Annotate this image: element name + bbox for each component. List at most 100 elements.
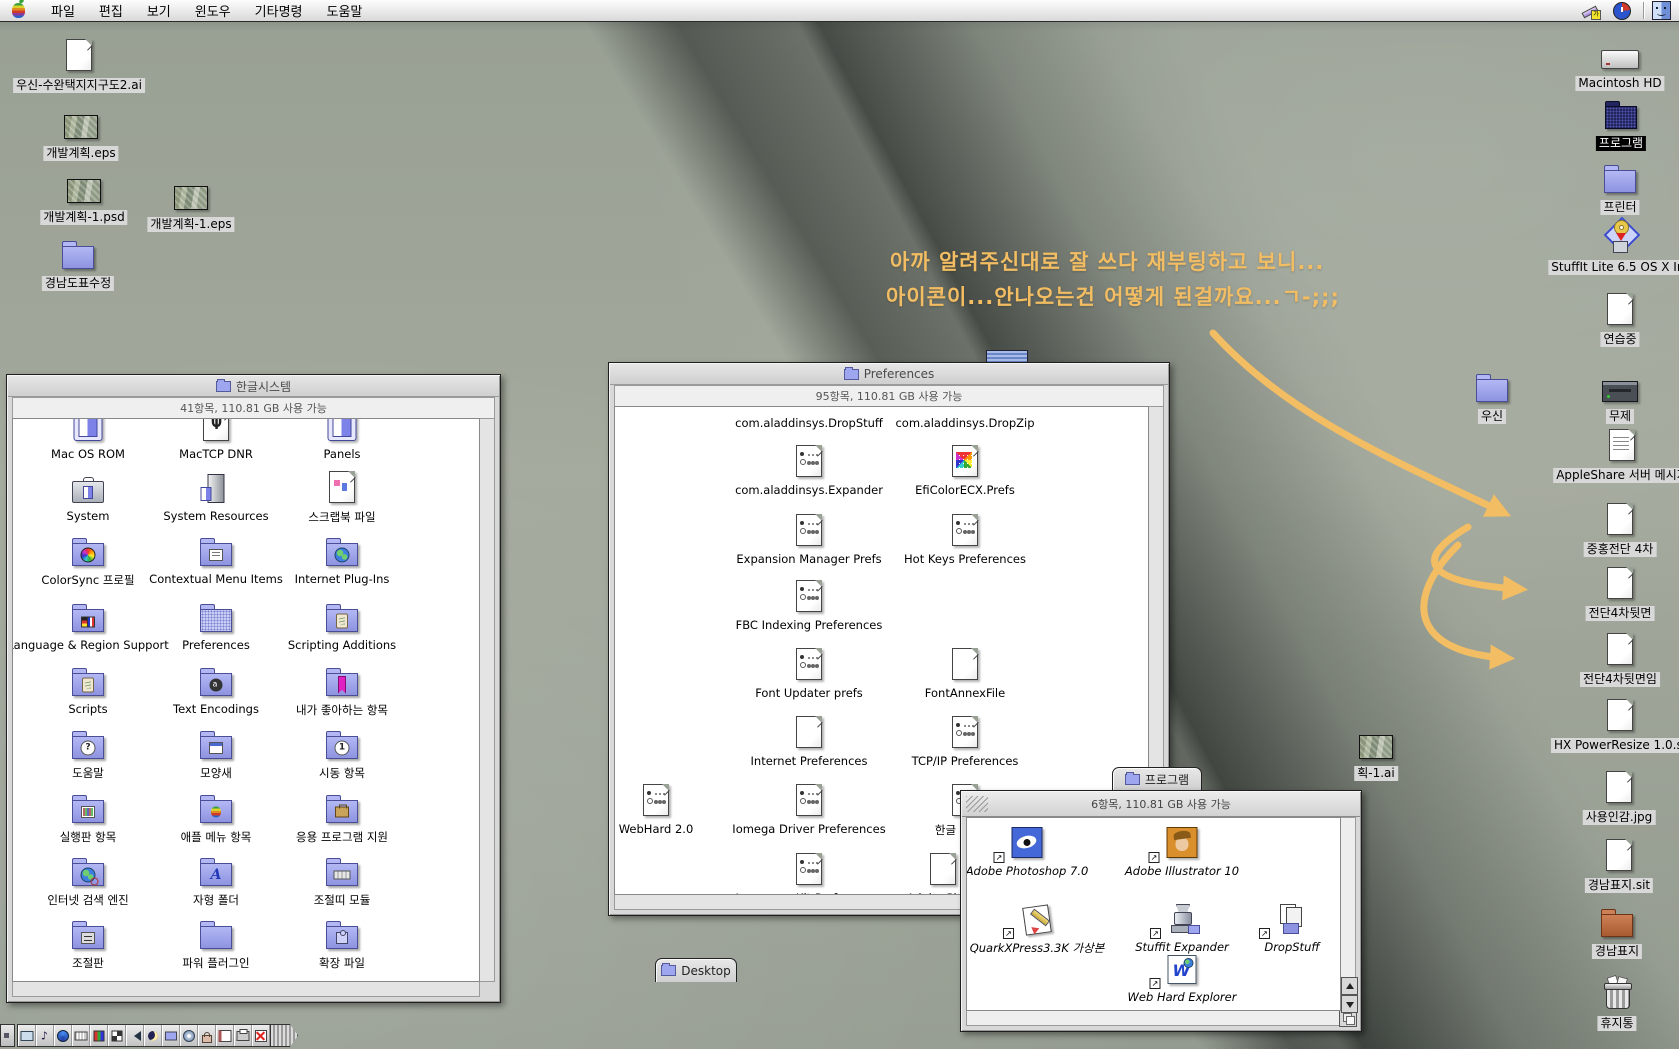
- control-strip-module-printer[interactable]: [234, 1025, 252, 1046]
- preferences-file-icon: [952, 716, 978, 748]
- window-hangul-system[interactable]: 한글시스템 41항목, 110.81 GB 사용 가능 Mac OS ROMΨM…: [6, 374, 501, 1003]
- control-strip-end-tab[interactable]: [271, 1024, 298, 1047]
- file-label: Language Kit Preferences: [736, 891, 883, 895]
- scroll-up-arrow[interactable]: [1341, 977, 1358, 995]
- popup-tab-label: Desktop: [681, 964, 731, 978]
- file-label: 확장 파일: [319, 955, 365, 971]
- scrapbook-file-icon: [329, 471, 355, 503]
- window-title-bar[interactable]: Preferences: [610, 364, 1168, 385]
- menu-bar: 파일편집보기윈도우기타명령도움말 가: [0, 0, 1679, 22]
- popup-tab-desktop[interactable]: Desktop: [655, 958, 737, 982]
- finder-application-icon[interactable]: [1652, 1, 1671, 20]
- file-label: DropStuff: [1264, 940, 1319, 954]
- input-method-pencil-icon[interactable]: 가: [1581, 3, 1599, 19]
- quicktime-icon: [57, 1030, 69, 1042]
- quarkxpress-icon: [1021, 904, 1053, 934]
- scrollbar-arrows[interactable]: [1341, 977, 1356, 1011]
- control-strip-module-monitor[interactable]: [18, 1025, 36, 1046]
- window-title-bar[interactable]: 한글시스템: [8, 376, 499, 397]
- script-badge-icon: [336, 613, 348, 628]
- horizontal-scrollbar[interactable]: [966, 1009, 1341, 1026]
- file-label: 조절판: [72, 955, 104, 971]
- drag-texture[interactable]: [966, 796, 988, 812]
- folder-icon: [326, 543, 358, 566]
- tools-badge-icon: [335, 806, 349, 817]
- file-label: 응용 프로그램 지원: [296, 829, 388, 845]
- open-folder-icon: [200, 609, 232, 632]
- control-strip-module-security-lock[interactable]: [198, 1025, 216, 1046]
- control-strip-module-volume[interactable]: [126, 1025, 144, 1046]
- window-title: Preferences: [864, 367, 935, 381]
- keyboard-icon: [74, 1031, 87, 1040]
- file-label: 파워 플러그인: [182, 955, 249, 971]
- folder-icon: [72, 863, 104, 886]
- window-content: Mac OS ROMΨMacTCP DNRPanelsSystemSystem …: [12, 418, 480, 982]
- folder-icon: [844, 369, 859, 380]
- file-label: com.aladdinsys.Expander: [735, 483, 883, 497]
- control-strip-module-cd-audio[interactable]: [180, 1025, 198, 1046]
- control-strip-module-sound-note[interactable]: ♪: [36, 1025, 54, 1046]
- appear-badge-icon: [209, 742, 223, 754]
- file-label: 애플 메뉴 항목: [181, 829, 252, 845]
- file-label: Web Hard Explorer: [1128, 990, 1237, 1004]
- control-strip-module-resolution[interactable]: [108, 1025, 126, 1046]
- file-label: 실행판 항목: [60, 829, 117, 845]
- launch-badge-icon: [81, 806, 95, 818]
- vertical-scrollbar[interactable]: [478, 418, 495, 982]
- alias-arrow-badge: ↗: [1150, 978, 1161, 989]
- file-label: Mac OS ROM: [51, 447, 125, 461]
- menu-item-2[interactable]: 보기: [135, 0, 183, 21]
- folder-icon: [200, 800, 232, 823]
- file-label: 자형 폴더: [193, 892, 239, 908]
- file-label: System: [67, 509, 110, 523]
- folder-icon: [72, 673, 104, 696]
- control-strip-collapse-box[interactable]: [0, 1024, 15, 1047]
- folder-icon: [326, 863, 358, 886]
- control-strip-module-appletalk-off[interactable]: [252, 1025, 270, 1046]
- popup-tab-label: 프로그램: [1145, 771, 1189, 788]
- control-strip-module-energy-moon[interactable]: [144, 1025, 162, 1046]
- globe-badge-icon: [335, 547, 350, 562]
- strip-badge-icon: [334, 870, 351, 879]
- control-strip-module-contacts[interactable]: [216, 1025, 234, 1046]
- file-label: 도움말: [72, 765, 104, 781]
- popup-tab-program[interactable]: 프로그램: [1112, 767, 1202, 791]
- menu-item-0[interactable]: 파일: [39, 0, 87, 21]
- one-badge-icon: 1: [335, 740, 350, 755]
- file-label: 조절띠 모듈: [314, 892, 371, 908]
- security-lock-icon: [202, 1035, 212, 1043]
- menu-item-3[interactable]: 윈도우: [183, 0, 243, 21]
- preferences-file-icon: [796, 648, 822, 680]
- file-label: Expansion Manager Prefs: [736, 552, 881, 566]
- scroll-down-arrow[interactable]: [1341, 995, 1358, 1013]
- color-depth-icon: [93, 1030, 104, 1041]
- menu-item-1[interactable]: 편집: [87, 0, 135, 21]
- menu-item-5[interactable]: 도움말: [315, 0, 375, 21]
- alias-arrow-badge: ↗: [1003, 928, 1014, 939]
- window-program[interactable]: 6항목, 110.81 GB 사용 가능 ↗Adobe Photoshop 7.…: [960, 790, 1362, 1032]
- control-strip-module-color-depth[interactable]: [90, 1025, 108, 1046]
- stuffit-expander-icon: [1168, 904, 1196, 934]
- alias-arrow-badge: ↗: [994, 852, 1005, 863]
- printer-icon: [236, 1031, 249, 1041]
- control-strip-module-keyboard[interactable]: [72, 1025, 90, 1046]
- file-label: 내가 좋아하는 항목: [296, 702, 388, 718]
- control-strip[interactable]: ♪: [0, 1024, 298, 1047]
- file-label: FBC Indexing Preferences: [736, 618, 883, 632]
- alias-arrow-badge: ↗: [1150, 928, 1161, 939]
- window-content: ↗Adobe Photoshop 7.0↗Adobe Illustrator 1…: [966, 817, 1341, 1011]
- file-label: 스크랩북 파일: [308, 509, 375, 525]
- file-label: MacTCP DNR: [179, 447, 253, 461]
- system-resources-icon: [208, 474, 225, 503]
- apple-menu-icon[interactable]: [12, 3, 25, 18]
- control-strip-module-file-sharing[interactable]: [162, 1025, 180, 1046]
- cd-audio-icon: [183, 1030, 195, 1042]
- window-status-bar: 6항목, 110.81 GB 사용 가능: [962, 792, 1360, 817]
- clock-icon[interactable]: [1613, 2, 1631, 20]
- photoshop-icon: [1012, 827, 1043, 858]
- control-strip-module-quicktime[interactable]: [54, 1025, 72, 1046]
- menu-item-4[interactable]: 기타명령: [243, 0, 315, 21]
- flags-badge-icon: [81, 616, 95, 625]
- horizontal-scrollbar[interactable]: [12, 980, 480, 997]
- file-label: Adobe Photoshop 7.0: [966, 864, 1088, 878]
